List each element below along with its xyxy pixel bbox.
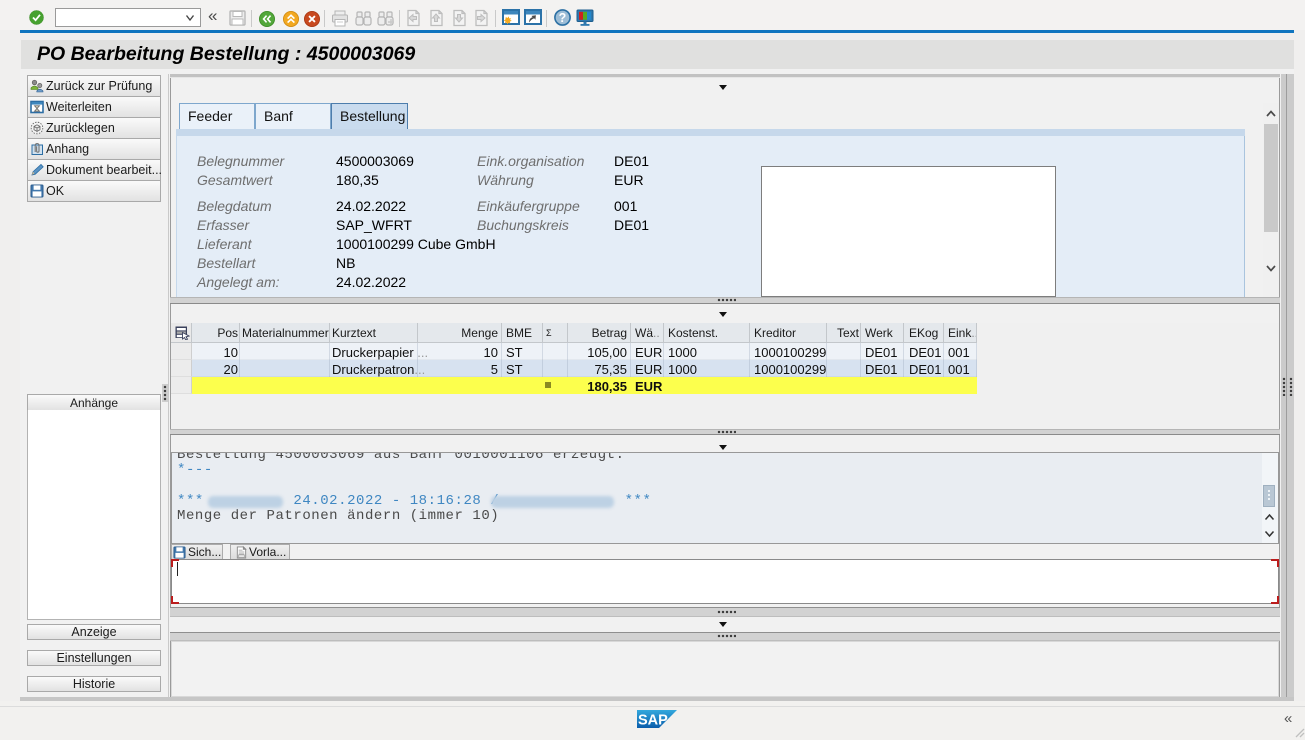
- svg-text:?: ?: [559, 11, 567, 25]
- svg-text:SAP: SAP: [638, 713, 668, 729]
